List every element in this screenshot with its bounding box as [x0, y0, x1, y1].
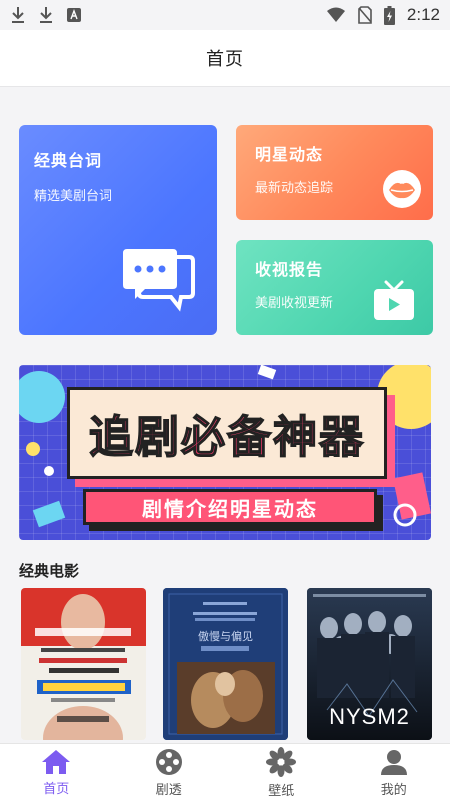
poster-pride-and-prejudice-icon — [163, 588, 288, 740]
status-bar: 2:12 — [0, 0, 450, 30]
tab-label: 我的 — [381, 779, 407, 798]
card-subtitle: 精选美剧台词 — [34, 185, 112, 204]
movie-poster[interactable]: NYSM2 — [307, 588, 432, 740]
card-title: 收视报告 — [255, 256, 333, 280]
tab-wallpaper[interactable]: 壁纸 — [225, 744, 338, 801]
no-sim-icon — [358, 6, 372, 24]
promo-banner[interactable]: 追剧必备神器 剧情介绍明星动态 — [19, 365, 431, 540]
poster-caption: 傲慢与偏见 — [163, 628, 288, 644]
tab-home[interactable]: 首页 — [0, 744, 113, 801]
card-subtitle: 美剧收视更新 — [255, 292, 333, 311]
app-header: 首页 — [0, 30, 450, 87]
page-title: 首页 — [206, 45, 244, 71]
lips-icon — [381, 169, 423, 209]
bottom-tab-bar: 首页 剧透 壁纸 — [0, 743, 450, 801]
ratings-report-card[interactable]: 收视报告 美剧收视更新 — [236, 240, 433, 335]
status-time: 2:12 — [407, 5, 440, 25]
card-subtitle: 最新动态追踪 — [255, 177, 333, 196]
movie-poster[interactable]: 傲慢与偏见 — [163, 588, 288, 740]
banner-subtitle: 剧情介绍明星动态 — [142, 493, 318, 522]
flower-icon — [266, 747, 296, 777]
poster-mr-bean-icon — [21, 588, 146, 740]
poster-caption: NYSM2 — [307, 704, 432, 730]
movie-poster[interactable] — [21, 588, 146, 740]
classic-lines-card[interactable]: 经典台词 精选美剧台词 — [19, 125, 217, 335]
tab-label: 壁纸 — [268, 780, 294, 799]
tab-label: 剧透 — [156, 779, 182, 798]
tv-icon — [372, 278, 416, 322]
tab-spoilers[interactable]: 剧透 — [113, 744, 226, 801]
download-icon — [10, 6, 26, 24]
tab-profile[interactable]: 我的 — [338, 744, 450, 801]
status-system: 2:12 — [326, 5, 440, 25]
app-notification-icon — [66, 7, 82, 23]
star-news-card[interactable]: 明星动态 最新动态追踪 — [236, 125, 433, 220]
tab-label: 首页 — [43, 778, 69, 797]
chat-bubbles-icon — [121, 247, 197, 315]
banner-tag: 剧情介绍明星动态 — [83, 489, 377, 525]
wifi-icon — [326, 7, 346, 23]
user-icon — [380, 748, 408, 776]
film-reel-icon — [155, 748, 183, 776]
movie-poster-list: 傲慢与偏见 — [19, 588, 439, 740]
banner-board: 追剧必备神器 — [67, 387, 387, 479]
battery-charging-icon — [384, 6, 395, 25]
home-icon — [41, 749, 71, 775]
status-notifications — [10, 6, 82, 24]
card-title: 经典台词 — [34, 147, 112, 171]
download-icon — [38, 6, 54, 24]
card-title: 明星动态 — [255, 141, 333, 165]
banner-title: 追剧必备神器 — [89, 401, 365, 465]
section-title: 经典电影 — [19, 560, 79, 581]
